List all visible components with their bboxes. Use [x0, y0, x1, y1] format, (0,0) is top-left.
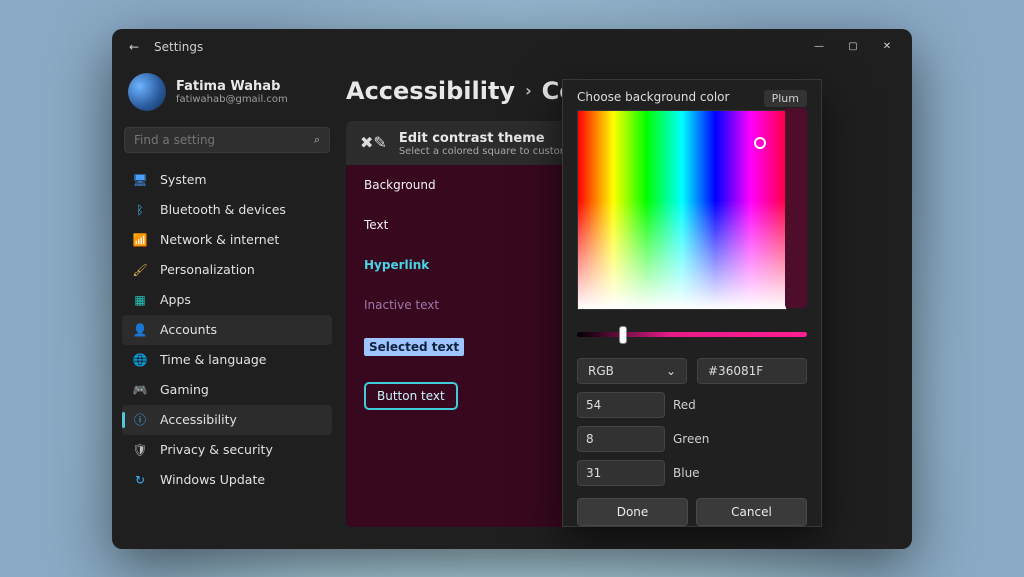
chevron-right-icon: ›: [525, 81, 532, 100]
sidebar-item-label: Gaming: [160, 382, 209, 397]
sidebar-item-time-language[interactable]: 🌐 Time & language: [122, 345, 332, 375]
brush-cross-icon: ✖✎: [360, 133, 387, 157]
cancel-button[interactable]: Cancel: [696, 498, 807, 526]
sidebar-item-privacy-security[interactable]: 🛡 Privacy & security: [122, 435, 332, 465]
slider-thumb[interactable]: [619, 326, 627, 344]
hex-input[interactable]: #36081F: [697, 358, 807, 384]
sidebar-item-gaming[interactable]: 🎮 Gaming: [122, 375, 332, 405]
sidebar-item-label: Privacy & security: [160, 442, 273, 457]
sidebar-item-network-internet[interactable]: 📶 Network & internet: [122, 225, 332, 255]
picker-spectrum[interactable]: [577, 110, 787, 310]
red-input[interactable]: [577, 392, 665, 418]
close-button[interactable]: ✕: [870, 33, 904, 61]
accessibility-icon: ⓘ: [132, 412, 148, 428]
sidebar-item-apps[interactable]: ▦ Apps: [122, 285, 332, 315]
globe-icon: 🌐: [132, 352, 148, 368]
sidebar-item-label: Network & internet: [160, 232, 279, 247]
back-button[interactable]: ←: [126, 40, 142, 54]
user-email: fatiwahab@gmail.com: [176, 94, 288, 105]
theme-item-button: Button text: [364, 382, 458, 410]
search-input[interactable]: ⌕: [124, 127, 330, 153]
sidebar-item-system[interactable]: 🖥 System: [122, 165, 332, 195]
green-input[interactable]: [577, 426, 665, 452]
sidebar-item-label: Personalization: [160, 262, 255, 277]
color-picker-dialog: Choose background color Plum RGB ⌄ #3608…: [562, 79, 822, 527]
picker-color-name: Plum: [764, 90, 807, 107]
sidebar-item-windows-update[interactable]: ↻ Windows Update: [122, 465, 332, 495]
sidebar-item-accessibility[interactable]: ⓘ Accessibility: [122, 405, 332, 435]
minimize-button[interactable]: —: [802, 33, 836, 61]
app-title: Settings: [154, 40, 203, 54]
breadcrumb-root[interactable]: Accessibility: [346, 77, 515, 105]
update-icon: ↻: [132, 472, 148, 488]
color-mode-dropdown[interactable]: RGB ⌄: [577, 358, 687, 384]
blue-label: Blue: [673, 466, 700, 480]
sidebar-item-label: Windows Update: [160, 472, 265, 487]
theme-item-selected: Selected text: [364, 338, 464, 356]
apps-icon: ▦: [132, 292, 148, 308]
picker-preview-swatch: [785, 108, 807, 308]
shield-icon: 🛡: [132, 442, 148, 458]
brush-icon: 🖌: [132, 262, 148, 278]
done-button[interactable]: Done: [577, 498, 688, 526]
nav-list: 🖥 System ᛒ Bluetooth & devices 📶 Network & in…: [122, 165, 332, 495]
red-label: Red: [673, 398, 696, 412]
sidebar-item-label: Bluetooth & devices: [160, 202, 286, 217]
sidebar-item-personalization[interactable]: 🖌 Personalization: [122, 255, 332, 285]
sidebar-item-label: Accessibility: [160, 412, 237, 427]
bluetooth-icon: ᛒ: [132, 202, 148, 218]
sidebar-item-label: System: [160, 172, 207, 187]
settings-window: ← Settings — ▢ ✕ Fatima Wahab fatiwahab@…: [112, 29, 912, 549]
titlebar: ← Settings — ▢ ✕: [112, 29, 912, 65]
sidebar-item-accounts[interactable]: 👤 Accounts: [122, 315, 332, 345]
sidebar: Fatima Wahab fatiwahab@gmail.com ⌕ 🖥 Syst…: [112, 65, 342, 549]
wifi-icon: 📶: [132, 232, 148, 248]
search-field[interactable]: [134, 133, 314, 147]
sidebar-item-bluetooth-devices[interactable]: ᛒ Bluetooth & devices: [122, 195, 332, 225]
picker-value-slider[interactable]: [577, 326, 807, 344]
sidebar-item-label: Apps: [160, 292, 191, 307]
blue-input[interactable]: [577, 460, 665, 486]
gaming-icon: 🎮: [132, 382, 148, 398]
account-icon: 👤: [132, 322, 148, 338]
monitor-icon: 🖥: [132, 172, 148, 188]
avatar: [128, 73, 166, 111]
user-name: Fatima Wahab: [176, 79, 288, 94]
sidebar-item-label: Accounts: [160, 322, 217, 337]
search-icon: ⌕: [314, 133, 320, 147]
picker-cursor-ring[interactable]: [754, 137, 766, 149]
chevron-down-icon: ⌄: [666, 364, 676, 378]
profile-block[interactable]: Fatima Wahab fatiwahab@gmail.com: [122, 69, 332, 123]
maximize-button[interactable]: ▢: [836, 33, 870, 61]
sidebar-item-label: Time & language: [160, 352, 266, 367]
green-label: Green: [673, 432, 709, 446]
